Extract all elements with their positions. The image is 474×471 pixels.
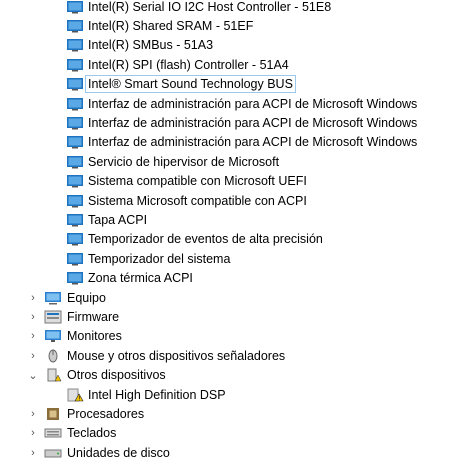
tree-row-label: Monitores [67,329,122,344]
tree-row[interactable]: Temporizador de eventos de alta precisió… [0,230,474,249]
tree-row-label: Sistema Microsoft compatible con ACPI [88,193,307,208]
tree-row-label: Mouse y otros dispositivos señaladores [67,348,286,363]
tree-row[interactable]: › Mouse y otros dispositivos señaladores [0,346,474,365]
tree-row[interactable]: Intel(R) Serial IO I2C Host Controller -… [0,0,474,16]
tree-row-label: Interfaz de administración para ACPI de … [88,135,418,150]
unknown-device-icon [44,368,62,382]
tree-row-label: Equipo [67,290,106,305]
tree-row-label: Unidades de disco [67,445,170,460]
system-device-icon [66,116,84,130]
chevron-right-icon[interactable]: › [27,447,39,459]
firmware-icon [44,310,62,324]
tree-row[interactable]: Intel(R) Shared SRAM - 51EF [0,16,474,35]
system-device-icon [66,0,84,14]
tree-row[interactable]: Intel(R) SMBus - 51A3 [0,36,474,55]
tree-row[interactable]: Sistema compatible con Microsoft UEFI [0,172,474,191]
tree-row[interactable]: Zona térmica ACPI [0,268,474,287]
tree-row-label: Otros dispositivos [67,368,166,383]
tree-row-label: Teclados [67,426,117,441]
chevron-right-icon[interactable]: › [27,292,39,304]
tree-row-label: Intel(R) Shared SRAM - 51EF [88,19,254,34]
tree-row[interactable]: Tapa ACPI [0,210,474,229]
chevron-right-icon[interactable]: › [27,311,39,323]
tree-row-label: Intel(R) SMBus - 51A3 [88,38,214,53]
chevron-right-icon[interactable]: › [27,350,39,362]
tree-row[interactable]: Sistema Microsoft compatible con ACPI [0,191,474,210]
system-device-icon [66,19,84,33]
disk-drive-icon [44,446,62,460]
chevron-right-icon[interactable]: › [27,427,39,439]
system-device-icon [66,77,84,91]
system-device-icon [66,58,84,72]
tree-row-label: Intel(R) SPI (flash) Controller - 51A4 [88,57,289,72]
tree-row-label: Tapa ACPI [88,212,148,227]
tree-row-label: Intel(R) Serial IO I2C Host Controller -… [88,0,332,14]
system-device-icon [66,213,84,227]
chevron-right-icon[interactable]: › [27,408,39,420]
tree-row[interactable]: Intel® Smart Sound Technology BUS [0,75,474,94]
tree-row-label: Procesadores [67,406,145,421]
system-device-icon [66,232,84,246]
tree-row[interactable]: Interfaz de administración para ACPI de … [0,94,474,113]
tree-row[interactable]: › Equipo [0,288,474,307]
tree-row-label: Intel High Definition DSP [88,387,226,402]
system-device-icon [66,155,84,169]
tree-row[interactable]: Servicio de hipervisor de Microsoft [0,152,474,171]
system-device-icon [66,271,84,285]
tree-row-label: Intel® Smart Sound Technology BUS [85,75,296,94]
tree-row[interactable]: Interfaz de administración para ACPI de … [0,113,474,132]
tree-row[interactable]: › Procesadores [0,404,474,423]
tree-row[interactable]: Intel(R) SPI (flash) Controller - 51A4 [0,55,474,74]
system-device-icon [66,38,84,52]
chevron-right-icon[interactable]: › [27,330,39,342]
svg-text:!: ! [79,395,81,402]
processor-icon [44,407,62,421]
warning-device-icon: ! [66,388,84,402]
tree-row-label: Zona térmica ACPI [88,271,193,286]
keyboard-icon [44,426,62,440]
device-tree: Intel(R) Serial IO I2C Host Controller -… [0,0,474,462]
tree-row-label: Temporizador de eventos de alta precisió… [88,232,323,247]
tree-row-label: Firmware [67,309,120,324]
computer-icon [44,291,62,305]
tree-row[interactable]: Temporizador del sistema [0,249,474,268]
tree-row[interactable]: Interfaz de administración para ACPI de … [0,133,474,152]
tree-row-label: Interfaz de administración para ACPI de … [88,116,418,131]
system-device-icon [66,135,84,149]
tree-row[interactable]: › Teclados [0,424,474,443]
system-device-icon [66,252,84,266]
system-device-icon [66,174,84,188]
chevron-down-icon[interactable]: ⌄ [27,369,39,382]
tree-row[interactable]: ⌄ Otros dispositivos [0,365,474,384]
tree-row[interactable]: ! Intel High Definition DSP [0,385,474,404]
tree-row[interactable]: › Firmware [0,307,474,326]
tree-row-label: Temporizador del sistema [88,251,231,266]
tree-row[interactable]: › Monitores [0,327,474,346]
mouse-icon [44,349,62,363]
tree-row-label: Sistema compatible con Microsoft UEFI [88,174,307,189]
tree-row-label: Servicio de hipervisor de Microsoft [88,154,280,169]
monitor-icon [44,329,62,343]
tree-row[interactable]: › Unidades de disco [0,443,474,462]
tree-row-label: Interfaz de administración para ACPI de … [88,96,418,111]
system-device-icon [66,194,84,208]
system-device-icon [66,97,84,111]
